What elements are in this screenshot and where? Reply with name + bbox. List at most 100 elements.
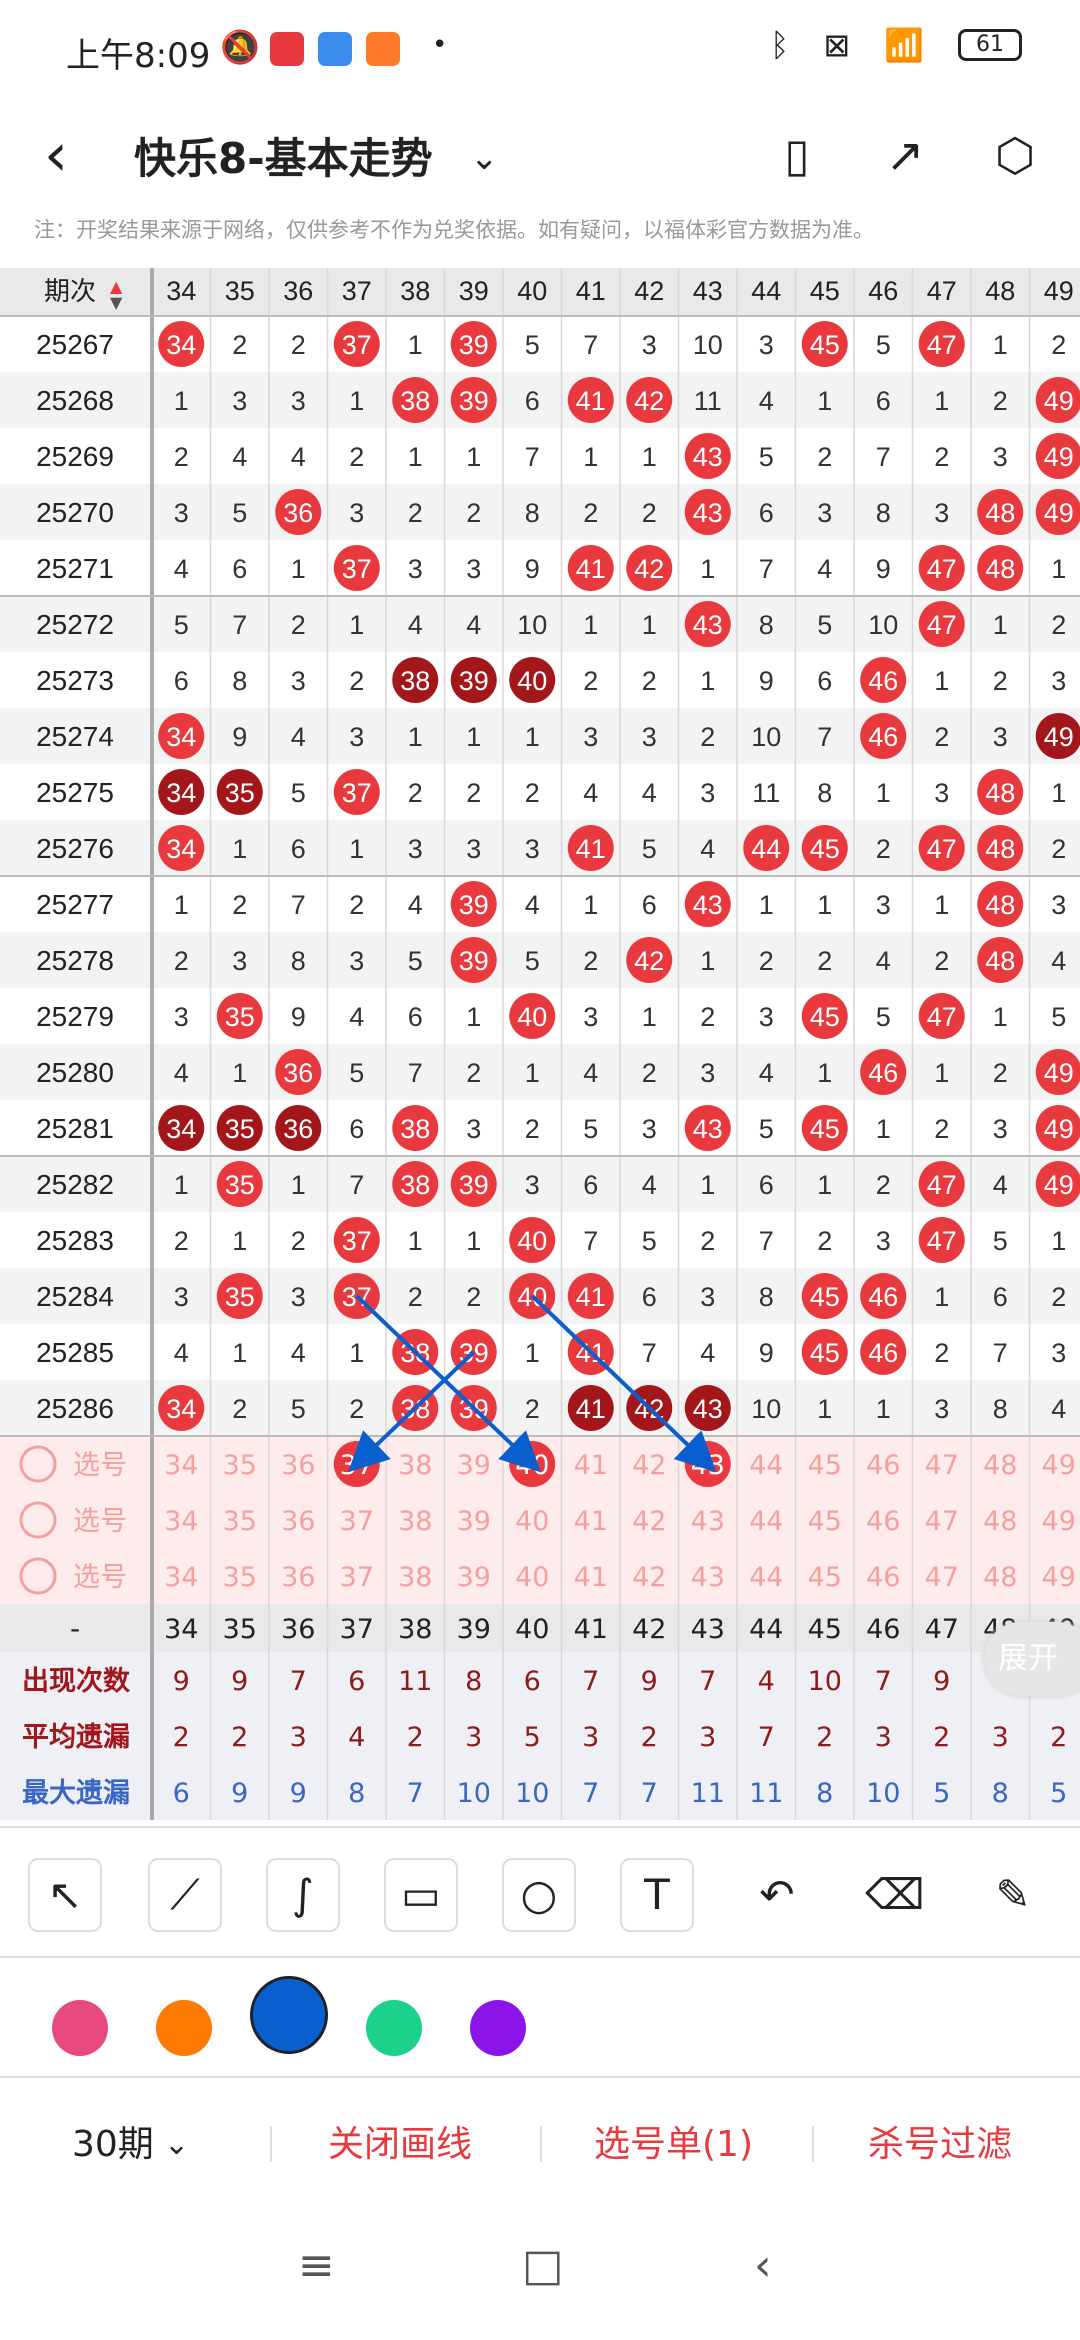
miss-count: 9 [525, 554, 540, 584]
select-number: 45 [808, 1506, 842, 1537]
stats-value: 2 [933, 1722, 950, 1753]
stats-value: 7 [582, 1666, 599, 1697]
column-header: 49 [1044, 276, 1074, 306]
stats-value: 10 [515, 1778, 549, 1809]
select-number: 34 [164, 1506, 198, 1537]
miss-count: 1 [583, 890, 598, 920]
color-purple[interactable] [470, 2000, 526, 2056]
ball-number: 48 [985, 778, 1015, 808]
miss-count: 2 [1051, 834, 1066, 864]
back-nav-icon[interactable]: ‹ [754, 2240, 772, 2291]
footer-column-header: 42 [632, 1614, 666, 1645]
miss-count: 4 [700, 834, 715, 864]
miss-count: 2 [291, 1226, 306, 1256]
footer-column-header: 34 [164, 1614, 198, 1645]
arrow-tool-icon[interactable]: ↖ [28, 1858, 102, 1932]
miss-count: 6 [408, 1002, 423, 1032]
miss-count: 4 [466, 610, 481, 640]
footer-column-header: 47 [925, 1614, 959, 1645]
miss-count: 1 [1051, 778, 1066, 808]
miss-count: 1 [232, 1226, 247, 1256]
miss-count: 3 [408, 834, 423, 864]
curve-tool-icon[interactable]: ∫ [266, 1858, 340, 1932]
menu-icon[interactable]: ≡ [298, 2240, 335, 2291]
ball-number: 43 [693, 610, 723, 640]
miss-count: 3 [993, 442, 1008, 472]
miss-count: 2 [349, 1394, 364, 1424]
color-orange[interactable] [156, 2000, 212, 2056]
stats-value: 7 [875, 1666, 892, 1697]
miss-count: 2 [700, 722, 715, 752]
ball-number: 34 [166, 1394, 196, 1424]
miss-count: 2 [408, 1282, 423, 1312]
ball-number: 40 [517, 666, 547, 696]
miss-count: 1 [232, 1058, 247, 1088]
stats-value: 4 [758, 1666, 775, 1697]
ball-number: 42 [634, 554, 664, 584]
miss-count: 5 [349, 1058, 364, 1088]
pick-list-button[interactable]: 选号单(1) [594, 2078, 753, 2212]
select-number: 42 [632, 1562, 666, 1593]
ball-number: 37 [342, 778, 372, 808]
close-line-button[interactable]: 关闭画线 [328, 2078, 472, 2212]
period-cell: 25270 [36, 497, 114, 528]
ball-number: 46 [868, 666, 898, 696]
clear-icon[interactable]: ✎ [976, 1858, 1050, 1932]
ball-number: 46 [868, 1338, 898, 1368]
miss-count: 2 [232, 330, 247, 360]
miss-count: 3 [525, 1170, 540, 1200]
miss-count: 1 [466, 442, 481, 472]
ball-number: 36 [283, 498, 313, 528]
miss-count: 1 [993, 330, 1008, 360]
miss-count: 5 [291, 778, 306, 808]
ball-number: 35 [225, 1002, 255, 1032]
miss-count: 3 [934, 1394, 949, 1424]
ball-number: 49 [1044, 498, 1074, 528]
footer-column-header: 40 [515, 1614, 549, 1645]
stats-value: 3 [875, 1722, 892, 1753]
text-tool-icon[interactable]: T [620, 1858, 694, 1932]
ball-number: 48 [985, 890, 1015, 920]
period-select[interactable]: 30期 [72, 2078, 154, 2212]
period-cell: 25275 [36, 777, 114, 808]
rectangle-tool-icon[interactable]: ▭ [384, 1858, 458, 1932]
miss-count: 3 [291, 386, 306, 416]
miss-count: 6 [583, 1170, 598, 1200]
ball-number: 47 [927, 1170, 957, 1200]
miss-count: 4 [759, 386, 774, 416]
miss-count: 11 [752, 778, 780, 808]
row-bg [0, 372, 1080, 428]
home-icon[interactable]: □ [522, 2240, 564, 2291]
column-header: 46 [868, 276, 898, 306]
miss-count: 2 [466, 1282, 481, 1312]
eraser-icon[interactable]: ⌫ [858, 1858, 932, 1932]
miss-count: 9 [291, 1002, 306, 1032]
stats-value: 2 [641, 1722, 658, 1753]
color-blue[interactable] [250, 1976, 328, 2054]
miss-count: 1 [700, 666, 715, 696]
line-tool-icon[interactable]: ⟋ [148, 1858, 222, 1932]
circle-tool-icon[interactable]: ○ [502, 1858, 576, 1932]
miss-count: 3 [700, 778, 715, 808]
chevron-down-icon[interactable]: ⌄ [164, 2078, 189, 2212]
ball-number: 43 [693, 498, 723, 528]
color-pink[interactable] [52, 2000, 108, 2056]
undo-icon[interactable]: ↶ [740, 1858, 814, 1932]
miss-count: 1 [934, 666, 949, 696]
kill-filter-button[interactable]: 杀号过滤 [868, 2078, 1012, 2212]
select-number: 48 [983, 1562, 1017, 1593]
color-green[interactable] [366, 2000, 422, 2056]
miss-count: 1 [642, 1002, 657, 1032]
miss-count: 1 [642, 442, 657, 472]
select-number: 40 [515, 1506, 549, 1537]
ball-number: 47 [927, 1002, 957, 1032]
period-cell: 25272 [36, 609, 114, 640]
miss-count: 5 [583, 1114, 598, 1144]
miss-count: 1 [408, 1226, 423, 1256]
column-header: 38 [400, 276, 430, 306]
expand-button[interactable]: 展开 [984, 1622, 1080, 1696]
miss-count: 1 [174, 890, 189, 920]
miss-count: 2 [993, 666, 1008, 696]
row-bg [0, 932, 1080, 988]
ball-number: 47 [927, 330, 957, 360]
